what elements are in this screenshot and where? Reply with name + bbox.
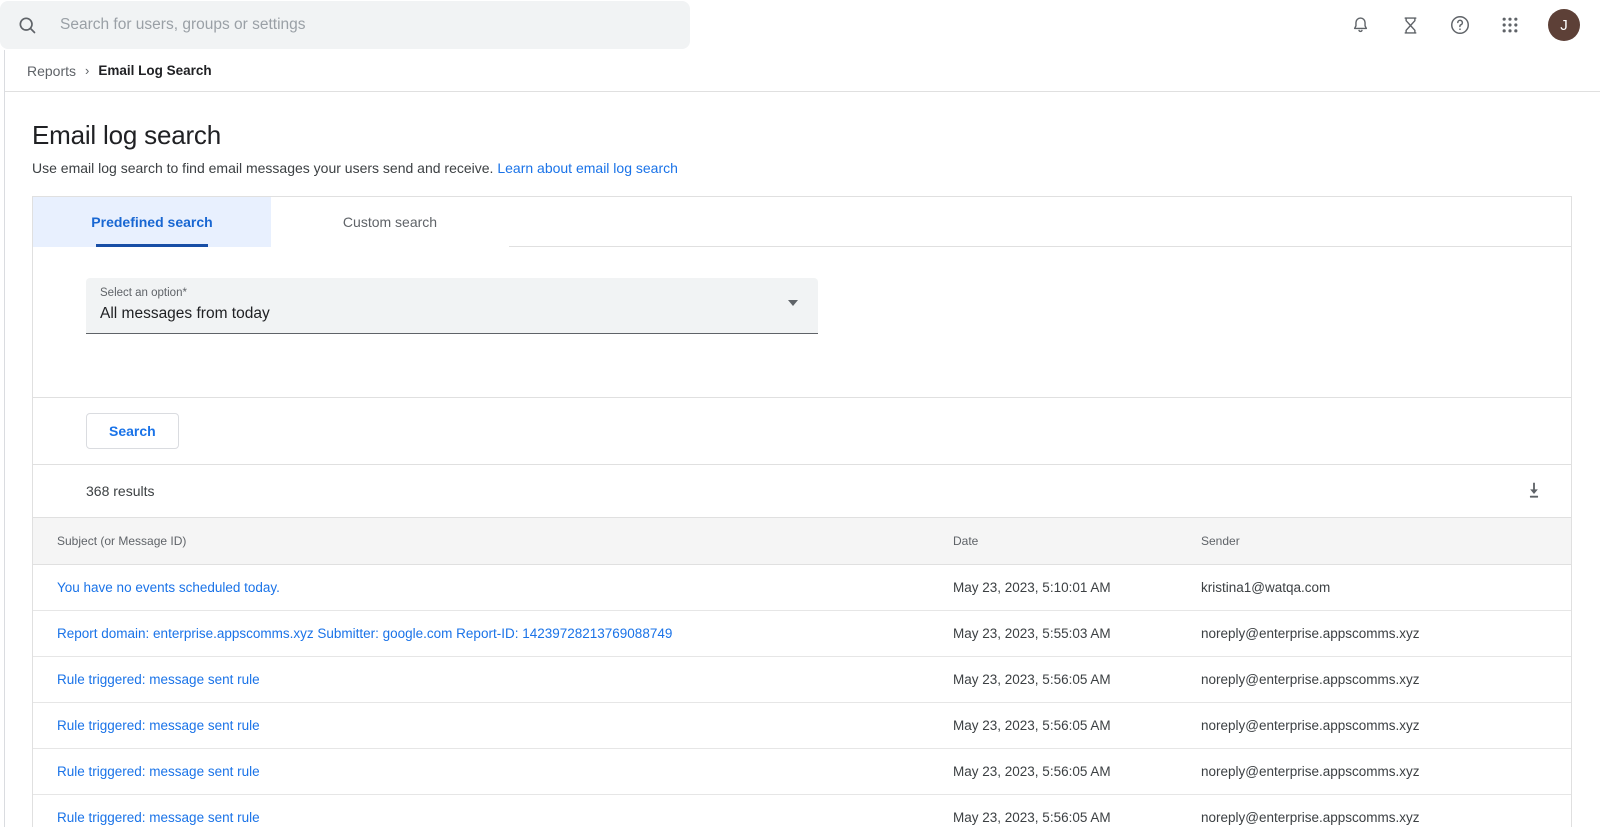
cell-subject: Report domain: enterprise.appscomms.xyz … bbox=[33, 610, 953, 657]
top-app-bar: J bbox=[0, 0, 1600, 50]
cell-sender: noreply@enterprise.appscomms.xyz bbox=[1201, 610, 1571, 657]
page-body: Reports › Email Log Search Email log sea… bbox=[0, 50, 1600, 827]
message-subject-link[interactable]: Report domain: enterprise.appscomms.xyz … bbox=[57, 626, 672, 641]
tab-custom-search-label: Custom search bbox=[342, 214, 438, 231]
message-subject-link[interactable]: Rule triggered: message sent rule bbox=[57, 764, 260, 779]
cell-subject: Rule triggered: message sent rule bbox=[33, 794, 953, 827]
select-value: All messages from today bbox=[100, 304, 270, 322]
hourglass-icon[interactable] bbox=[1396, 11, 1424, 39]
breadcrumb-item-current: Email Log Search bbox=[98, 63, 212, 78]
message-subject-link[interactable]: Rule triggered: message sent rule bbox=[57, 672, 260, 687]
cell-subject: You have no events scheduled today. bbox=[33, 564, 953, 611]
search-input[interactable] bbox=[60, 1, 674, 49]
tab-custom-search[interactable]: Custom search bbox=[271, 197, 509, 248]
topbar-actions: J bbox=[1346, 9, 1586, 41]
search-mode-tablist: Predefined search Custom search bbox=[33, 197, 1571, 248]
cell-sender: noreply@enterprise.appscomms.xyz bbox=[1201, 794, 1571, 827]
breadcrumb-item-reports[interactable]: Reports bbox=[27, 63, 76, 79]
apps-grid-icon[interactable] bbox=[1496, 11, 1524, 39]
page-title: Email log search bbox=[32, 120, 221, 150]
table-row[interactable]: Report domain: enterprise.appscomms.xyz … bbox=[33, 610, 1571, 657]
select-label: Select an option* bbox=[100, 287, 187, 300]
breadcrumb-separator-icon: › bbox=[85, 63, 90, 78]
learn-more-link[interactable]: Learn about email log search bbox=[497, 160, 678, 176]
results-toolbar: 368 results bbox=[33, 465, 1571, 519]
search-icon bbox=[16, 14, 38, 36]
table-row[interactable]: Rule triggered: message sent rule May 23… bbox=[33, 702, 1571, 749]
table-row[interactable]: You have no events scheduled today. May … bbox=[33, 564, 1571, 611]
cell-date: May 23, 2023, 5:56:05 AM bbox=[953, 748, 1201, 795]
cell-subject: Rule triggered: message sent rule bbox=[33, 656, 953, 703]
bell-icon[interactable] bbox=[1346, 11, 1374, 39]
tab-predefined-search[interactable]: Predefined search bbox=[33, 197, 271, 248]
table-row[interactable]: Rule triggered: message sent rule May 23… bbox=[33, 656, 1571, 703]
column-header-subject[interactable]: Subject (or Message ID) bbox=[33, 518, 953, 565]
cell-subject: Rule triggered: message sent rule bbox=[33, 748, 953, 795]
cell-sender: noreply@enterprise.appscomms.xyz bbox=[1201, 748, 1571, 795]
page-heading: Email log search Use email log search to… bbox=[5, 92, 1600, 196]
avatar-initial: J bbox=[1560, 16, 1568, 34]
results-count: 368 results bbox=[86, 483, 155, 500]
page-description: Use email log search to find email messa… bbox=[32, 160, 1600, 176]
cell-date: May 23, 2023, 5:56:05 AM bbox=[953, 702, 1201, 749]
cell-subject: Rule triggered: message sent rule bbox=[33, 702, 953, 749]
avatar[interactable]: J bbox=[1548, 9, 1580, 41]
results-table-head: Subject (or Message ID) Date Sender bbox=[33, 518, 1571, 565]
cell-sender: noreply@enterprise.appscomms.xyz bbox=[1201, 656, 1571, 703]
tab-predefined-search-label: Predefined search bbox=[91, 214, 213, 231]
search-button[interactable]: Search bbox=[86, 413, 179, 450]
page-description-text: Use email log search to find email messa… bbox=[32, 160, 494, 177]
main-content: Reports › Email Log Search Email log sea… bbox=[5, 50, 1600, 827]
column-header-sender[interactable]: Sender bbox=[1201, 518, 1571, 565]
results-table-body: You have no events scheduled today. May … bbox=[33, 564, 1571, 827]
predefined-search-select[interactable]: Select an option* All messages from toda… bbox=[86, 278, 818, 335]
message-subject-link[interactable]: Rule triggered: message sent rule bbox=[57, 810, 260, 825]
cell-sender: kristina1@watqa.com bbox=[1201, 564, 1571, 611]
cell-date: May 23, 2023, 5:55:03 AM bbox=[953, 610, 1201, 657]
table-row[interactable]: Rule triggered: message sent rule May 23… bbox=[33, 748, 1571, 795]
column-header-date[interactable]: Date bbox=[953, 518, 1201, 565]
cell-sender: noreply@enterprise.appscomms.xyz bbox=[1201, 702, 1571, 749]
results-table: Subject (or Message ID) Date Sender You … bbox=[33, 518, 1571, 827]
email-log-search-card: Predefined search Custom search Select a… bbox=[32, 196, 1572, 827]
chevron-down-icon bbox=[788, 300, 798, 307]
cell-date: May 23, 2023, 5:10:01 AM bbox=[953, 564, 1201, 611]
breadcrumb: Reports › Email Log Search bbox=[5, 50, 1600, 92]
table-row[interactable]: Rule triggered: message sent rule May 23… bbox=[33, 794, 1571, 827]
download-icon[interactable] bbox=[1521, 478, 1547, 504]
results-header-row: Subject (or Message ID) Date Sender bbox=[33, 518, 1571, 565]
global-search-field[interactable] bbox=[0, 1, 690, 49]
search-action-section: Search bbox=[33, 398, 1571, 466]
search-options-section: Select an option* All messages from toda… bbox=[33, 247, 1571, 399]
message-subject-link[interactable]: You have no events scheduled today. bbox=[57, 580, 280, 595]
help-circle-icon[interactable] bbox=[1446, 11, 1474, 39]
cell-date: May 23, 2023, 5:56:05 AM bbox=[953, 656, 1201, 703]
cell-date: May 23, 2023, 5:56:05 AM bbox=[953, 794, 1201, 827]
message-subject-link[interactable]: Rule triggered: message sent rule bbox=[57, 718, 260, 733]
